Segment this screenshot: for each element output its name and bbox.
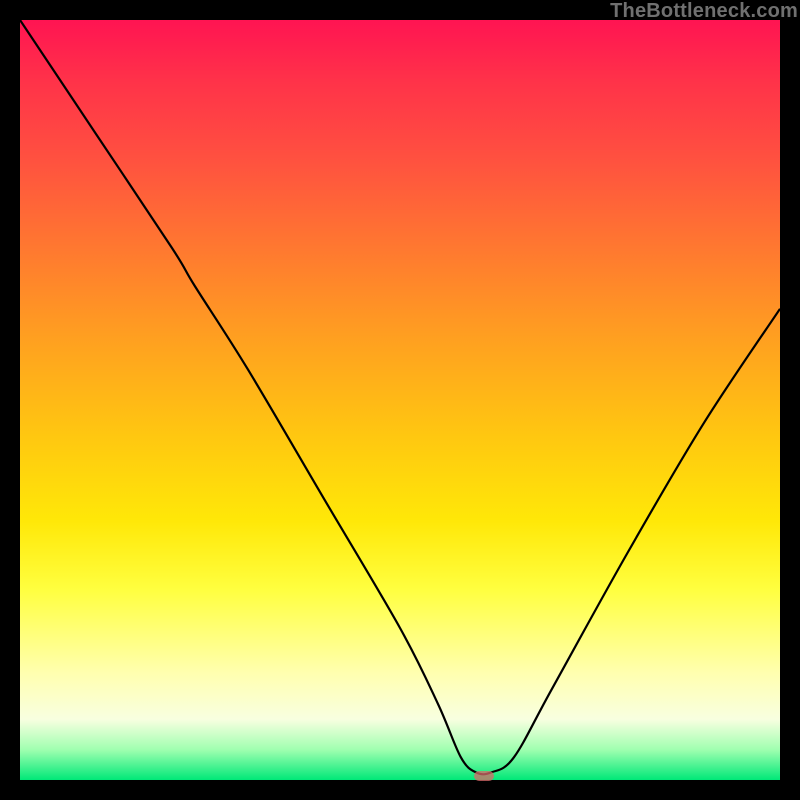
watermark-text: TheBottleneck.com [610,0,798,23]
plot-area [20,20,780,780]
optimal-marker [474,771,494,781]
chart-container: TheBottleneck.com [0,0,800,800]
bottleneck-path [20,20,780,774]
line-curve [20,20,780,780]
